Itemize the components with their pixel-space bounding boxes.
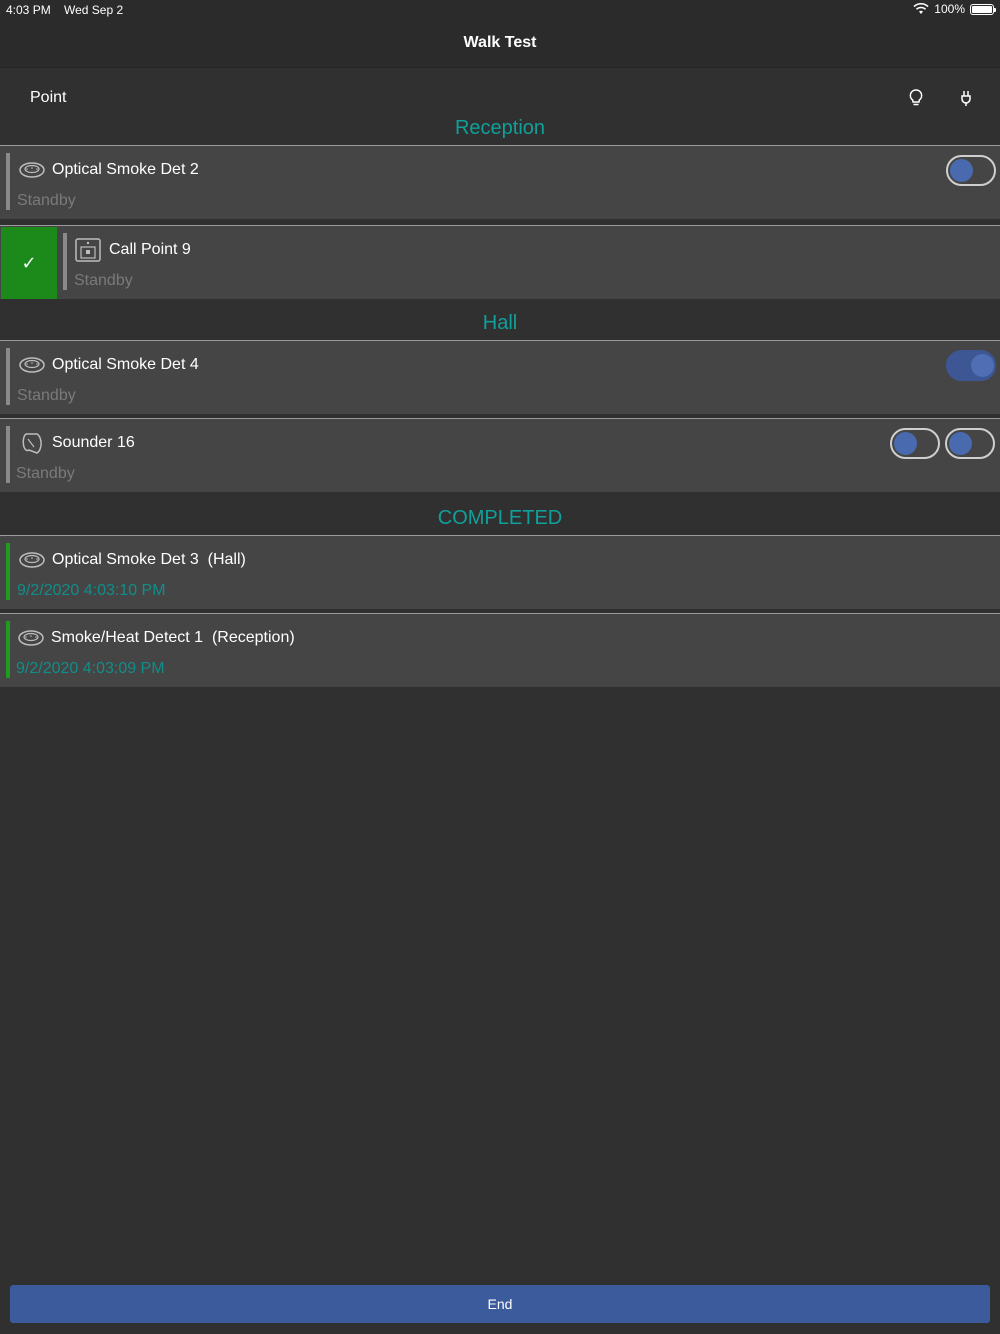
call-point-icon xyxy=(75,238,101,262)
status-bar-indicator xyxy=(6,153,10,210)
device-status: Standby xyxy=(74,272,133,289)
walk-test-screen: 4:03 PM Wed Sep 2 100% Walk Test Point R… xyxy=(0,0,1000,1334)
completed-timestamp: 9/2/2020 4:03:09 PM xyxy=(16,660,165,677)
list-item-sounder-16[interactable]: Sounder 16 Standby xyxy=(0,418,1000,492)
checked-indicator: ✓ xyxy=(1,227,57,299)
device-status: Standby xyxy=(17,387,76,404)
battery-icon xyxy=(970,3,996,15)
device-name: Sounder 16 xyxy=(52,434,135,451)
point-label: Point xyxy=(30,89,67,106)
point-header: Point xyxy=(0,70,1000,118)
wifi-icon xyxy=(913,3,929,14)
smoke-detector-icon xyxy=(19,357,45,373)
status-bar-indicator xyxy=(6,426,10,483)
device-toggle[interactable] xyxy=(946,155,996,186)
device-name: Call Point 9 xyxy=(109,241,191,258)
list-item-optical-smoke-det-2[interactable]: Optical Smoke Det 2 Standby xyxy=(0,145,1000,219)
lightbulb-icon[interactable] xyxy=(905,87,927,109)
section-title-completed: COMPLETED xyxy=(437,507,563,529)
sounder-toggle-1[interactable] xyxy=(890,428,940,459)
list-item-smoke-heat-detect-1[interactable]: Smoke/Heat Detect 1 (Reception) 9/2/2020… xyxy=(0,613,1000,687)
device-toggle[interactable] xyxy=(946,350,996,381)
plug-icon[interactable] xyxy=(955,87,977,109)
status-time: 4:03 PM xyxy=(6,3,51,17)
status-bar: 4:03 PM Wed Sep 2 100% xyxy=(0,0,1000,20)
status-bar-indicator xyxy=(6,621,10,678)
section-title-reception: Reception xyxy=(454,117,546,139)
status-bar-indicator xyxy=(6,348,10,405)
list-item-optical-smoke-det-3[interactable]: Optical Smoke Det 3 (Hall) 9/2/2020 4:03… xyxy=(0,535,1000,609)
smoke-detector-icon xyxy=(18,630,44,646)
status-bar-indicator xyxy=(63,233,67,290)
smoke-detector-icon xyxy=(19,162,45,178)
device-name: Optical Smoke Det 4 xyxy=(52,356,199,373)
sounder-icon xyxy=(22,433,42,454)
device-status: Standby xyxy=(17,192,76,209)
status-bar-indicator xyxy=(6,543,10,600)
device-name: Smoke/Heat Detect 1 (Reception) xyxy=(51,629,295,646)
sounder-toggle-2[interactable] xyxy=(945,428,995,459)
status-indicators: 100% xyxy=(913,2,996,16)
status-date: Wed Sep 2 xyxy=(64,3,124,17)
list-item-optical-smoke-det-4[interactable]: Optical Smoke Det 4 Standby xyxy=(0,340,1000,414)
device-status: Standby xyxy=(16,465,75,482)
checkmark-icon: ✓ xyxy=(21,252,37,273)
smoke-detector-icon xyxy=(19,552,45,568)
battery-percent: 100% xyxy=(934,2,965,16)
list-item-call-point-9[interactable]: ✓ Call Point 9 Standby xyxy=(0,225,1000,299)
device-name: Optical Smoke Det 2 xyxy=(52,161,199,178)
page-title: Walk Test xyxy=(463,34,537,51)
end-button[interactable]: End xyxy=(10,1285,990,1323)
section-title-hall: Hall xyxy=(482,312,518,334)
device-name: Optical Smoke Det 3 (Hall) xyxy=(52,551,246,568)
completed-timestamp: 9/2/2020 4:03:10 PM xyxy=(17,582,166,599)
navigation-bar: Walk Test xyxy=(0,20,1000,68)
